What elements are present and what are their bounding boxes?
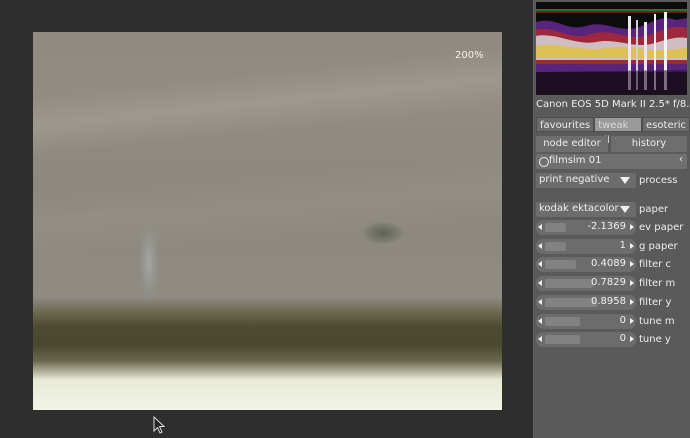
tab-favourites[interactable]: favourites xyxy=(536,117,595,132)
zoom-level: 200% xyxy=(455,50,484,61)
module-group-tabs: favourites tweak all esoteric xyxy=(536,117,690,146)
camera-info: Canon EOS 5D Mark II 2.5* f/8.0 xyxy=(536,99,690,110)
increment-arrow-icon[interactable] xyxy=(630,280,634,287)
slider-value: 0.7829 xyxy=(591,277,626,289)
paper-label: paper xyxy=(639,204,669,215)
tune-y-label: tune y xyxy=(639,334,671,346)
tab-tweak-all[interactable]: tweak all xyxy=(594,117,643,146)
slider-value: 0.8958 xyxy=(591,295,626,307)
slider-value: -2.1369 xyxy=(587,221,626,232)
module-enable-icon[interactable] xyxy=(539,157,549,167)
decrement-arrow-icon[interactable] xyxy=(538,317,542,324)
chevron-down-icon xyxy=(620,177,630,184)
increment-arrow-icon[interactable] xyxy=(630,242,634,249)
ev-paper-label: ev paper xyxy=(639,222,684,233)
process-value: print negative xyxy=(539,174,610,185)
module-name: filmsim 01 xyxy=(549,155,602,166)
increment-arrow-icon[interactable] xyxy=(630,224,634,230)
filter-c-label: filter c xyxy=(639,259,671,271)
process-label: process xyxy=(639,175,678,186)
slider-fill xyxy=(545,223,566,232)
slider-fill xyxy=(545,297,597,307)
decrement-arrow-icon[interactable] xyxy=(538,280,542,287)
g-paper-label: g paper xyxy=(639,240,678,252)
decrement-arrow-icon[interactable] xyxy=(538,224,542,230)
module-header-filmsim[interactable]: filmsim 01 ‹ xyxy=(536,154,687,169)
ev-paper-slider[interactable]: -2.1369 xyxy=(536,220,636,235)
center-view: 200% xyxy=(0,0,533,438)
filter-m-label: filter m xyxy=(639,278,676,290)
increment-arrow-icon[interactable] xyxy=(630,317,634,324)
increment-arrow-icon[interactable] xyxy=(630,261,634,268)
tune-m-label: tune m xyxy=(639,315,675,327)
paper-select[interactable]: kodak ektacolor xyxy=(536,202,636,217)
histogram[interactable] xyxy=(536,2,687,95)
slider-value: 0 xyxy=(619,314,626,326)
right-panel: Canon EOS 5D Mark II 2.5* f/8.0 favourit… xyxy=(533,0,690,438)
filter-c-slider[interactable]: 0.4089 xyxy=(536,257,636,273)
increment-arrow-icon[interactable] xyxy=(630,298,634,305)
paper-value: kodak ektacolor xyxy=(539,203,619,214)
increment-arrow-icon[interactable] xyxy=(630,336,634,343)
image-texture xyxy=(33,155,502,259)
node-editor-button[interactable]: node editor xyxy=(536,136,608,152)
slider-fill xyxy=(545,316,580,326)
g-paper-slider[interactable]: 1 xyxy=(536,238,636,254)
chevron-down-icon xyxy=(620,206,630,213)
slider-fill xyxy=(545,335,580,345)
tune-m-slider[interactable]: 0 xyxy=(536,313,636,329)
slider-fill xyxy=(545,279,593,289)
slider-value: 1 xyxy=(619,239,626,251)
chevron-left-icon[interactable]: ‹ xyxy=(679,154,683,165)
decrement-arrow-icon[interactable] xyxy=(538,298,542,305)
image-highlight xyxy=(138,222,160,302)
filter-m-slider[interactable]: 0.7829 xyxy=(536,276,636,292)
process-select[interactable]: print negative xyxy=(536,173,636,188)
decrement-arrow-icon[interactable] xyxy=(538,261,542,268)
filter-y-slider[interactable]: 0.8958 xyxy=(536,294,636,310)
decrement-arrow-icon[interactable] xyxy=(538,336,542,343)
slider-value: 0.4089 xyxy=(591,258,626,270)
tab-esoteric[interactable]: esoteric xyxy=(642,117,690,132)
filter-y-label: filter y xyxy=(639,296,672,308)
slider-fill xyxy=(545,260,576,270)
arrow-cursor-icon xyxy=(153,416,165,434)
slider-fill xyxy=(545,241,566,251)
tune-y-slider[interactable]: 0 xyxy=(536,332,636,348)
slider-value: 0 xyxy=(619,333,626,345)
history-button[interactable]: history xyxy=(611,136,687,152)
image-view[interactable] xyxy=(33,32,502,410)
image-texture xyxy=(33,47,502,157)
image-spot xyxy=(363,222,403,244)
decrement-arrow-icon[interactable] xyxy=(538,242,542,249)
